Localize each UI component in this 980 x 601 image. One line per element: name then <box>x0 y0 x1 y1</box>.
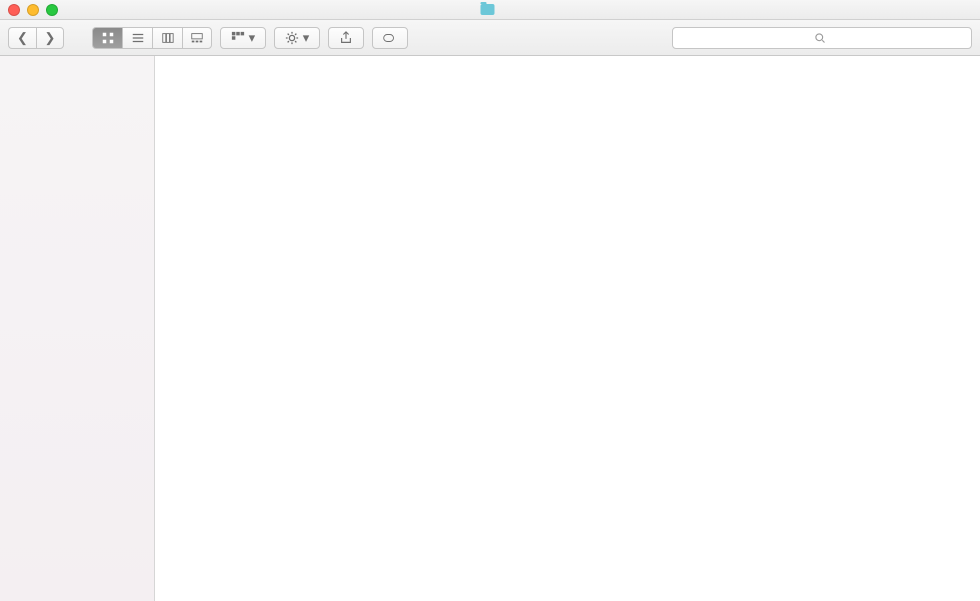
arrange-icon <box>231 31 245 45</box>
nav-buttons: ❮ ❯ <box>8 27 64 49</box>
gear-icon <box>285 31 299 45</box>
window-title <box>481 4 500 15</box>
tags-button[interactable] <box>372 27 408 49</box>
zoom-button[interactable] <box>46 4 58 16</box>
titlebar <box>0 0 980 20</box>
back-button[interactable]: ❮ <box>8 27 36 49</box>
list-icon <box>131 31 145 45</box>
view-mode-group <box>92 27 212 49</box>
tag-icon <box>383 31 397 45</box>
column-view-button[interactable] <box>152 27 182 49</box>
gallery-icon <box>190 31 204 45</box>
search-field[interactable] <box>672 27 972 49</box>
window-controls <box>0 4 58 16</box>
sidebar <box>0 56 155 601</box>
close-button[interactable] <box>8 4 20 16</box>
grid-icon <box>101 31 115 45</box>
content-area <box>155 56 980 601</box>
share-button[interactable] <box>328 27 364 49</box>
toolbar: ❮ ❯ ▾ ▾ <box>0 20 980 56</box>
list-view-button[interactable] <box>122 27 152 49</box>
folder-icon <box>481 4 495 15</box>
minimize-button[interactable] <box>27 4 39 16</box>
search-icon <box>814 32 826 44</box>
share-icon <box>339 31 353 45</box>
arrange-group: ▾ <box>220 27 266 49</box>
icon-view-button[interactable] <box>92 27 122 49</box>
arrange-button[interactable]: ▾ <box>220 27 266 49</box>
action-button[interactable]: ▾ <box>274 27 320 49</box>
gallery-view-button[interactable] <box>182 27 212 49</box>
columns-icon <box>161 31 175 45</box>
forward-button[interactable]: ❯ <box>36 27 64 49</box>
